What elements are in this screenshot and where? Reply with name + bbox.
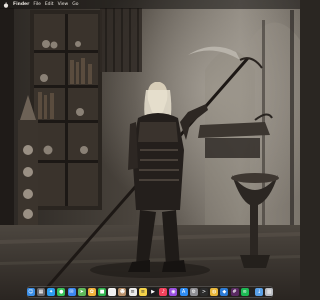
apple-menu-icon[interactable] [3, 1, 9, 8]
vscode-icon[interactable]: ◆ [220, 288, 229, 296]
wallpaper-image [0, 0, 300, 300]
maps-icon[interactable]: ➤ [77, 288, 86, 296]
menu-file[interactable]: File [33, 0, 41, 9]
safari-icon[interactable]: ✦ [47, 288, 56, 296]
messages-icon[interactable]: ● [57, 288, 66, 296]
chrome-icon[interactable]: ◍ [210, 288, 219, 296]
podcasts-icon[interactable]: ◉ [169, 288, 178, 296]
mail-icon[interactable]: ✉ [67, 288, 76, 296]
desktop-wallpaper [0, 0, 300, 300]
dock: ☺ ▦ ✦ ● ✉ ➤ ✿ ■ ☻ ≡ ≡ ▶ ♪ ◉ A ⚙ > ◍ ◆ # ≋ ↓ ▥ [26, 286, 274, 298]
terminal-icon[interactable]: > [199, 288, 208, 296]
slack-icon[interactable]: # [230, 288, 239, 296]
menu-view[interactable]: View [58, 0, 69, 9]
app-store-icon[interactable]: A [179, 288, 188, 296]
menu-edit[interactable]: Edit [45, 0, 54, 9]
launchpad-icon[interactable]: ▦ [36, 288, 45, 296]
menu-bar: Finder File Edit View Go [0, 0, 300, 9]
finder-icon[interactable]: ☺ [26, 288, 35, 296]
calendar-icon[interactable] [108, 288, 117, 296]
menu-app-name[interactable]: Finder [13, 0, 29, 9]
system-settings-icon[interactable]: ⚙ [189, 288, 198, 296]
reminders-icon[interactable]: ≡ [128, 288, 137, 296]
trash-icon[interactable]: ▥ [265, 288, 274, 296]
menu-go[interactable]: Go [72, 0, 78, 9]
tv-icon[interactable]: ▶ [149, 288, 157, 296]
facetime-icon[interactable]: ■ [98, 288, 107, 296]
contacts-icon[interactable]: ☻ [118, 288, 127, 296]
music-icon[interactable]: ♪ [159, 288, 168, 296]
spotify-icon[interactable]: ≋ [240, 288, 249, 296]
photos-icon[interactable]: ✿ [87, 288, 96, 296]
notes-icon[interactable]: ≡ [138, 288, 147, 296]
downloads-folder-icon[interactable]: ↓ [255, 288, 264, 296]
